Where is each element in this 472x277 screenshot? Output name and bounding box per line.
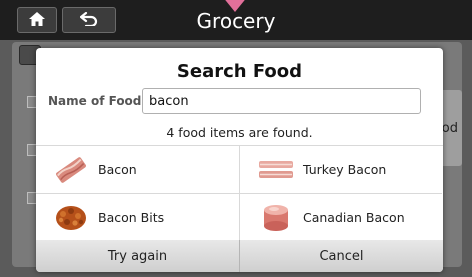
action-bar: Grocery	[0, 0, 472, 40]
food-name-label: Name of Food	[48, 94, 142, 108]
food-item-label: Turkey Bacon	[303, 162, 387, 177]
try-again-button[interactable]: Try again	[36, 240, 239, 272]
food-item-label: Bacon Bits	[98, 209, 165, 225]
bacon-bits-icon	[51, 200, 91, 234]
search-food-dialog: Search Food Name of Food 4 food items ar…	[36, 48, 443, 272]
dialog-button-row: Try again Cancel	[36, 240, 443, 272]
food-item-label: Bacon	[98, 162, 137, 177]
food-name-input[interactable]	[142, 88, 421, 114]
food-item-label: Canadian Bacon	[303, 209, 405, 225]
bacon-strip-icon	[51, 153, 91, 187]
turkey-bacon-icon	[256, 153, 296, 187]
result-count-text: 4 food items are found.	[166, 125, 313, 140]
background-side-button-label: od	[441, 120, 458, 136]
marker-pin-icon	[222, 0, 248, 12]
food-item-turkey-bacon[interactable]: Turkey Bacon	[239, 146, 442, 193]
food-results-grid: Bacon Turkey Bacon Bacon Bits Canadian B…	[36, 145, 443, 240]
food-item-bacon-bits[interactable]: Bacon Bits	[36, 193, 239, 240]
app-screen: Grocery od Search Food Name of Food 4 fo…	[0, 0, 472, 277]
dialog-title: Search Food	[176, 61, 303, 82]
app-title: Grocery	[196, 9, 276, 33]
food-item-bacon[interactable]: Bacon	[36, 146, 239, 193]
cancel-button[interactable]: Cancel	[239, 240, 443, 272]
food-item-canadian-bacon[interactable]: Canadian Bacon	[239, 193, 442, 240]
canadian-bacon-icon	[256, 200, 296, 234]
